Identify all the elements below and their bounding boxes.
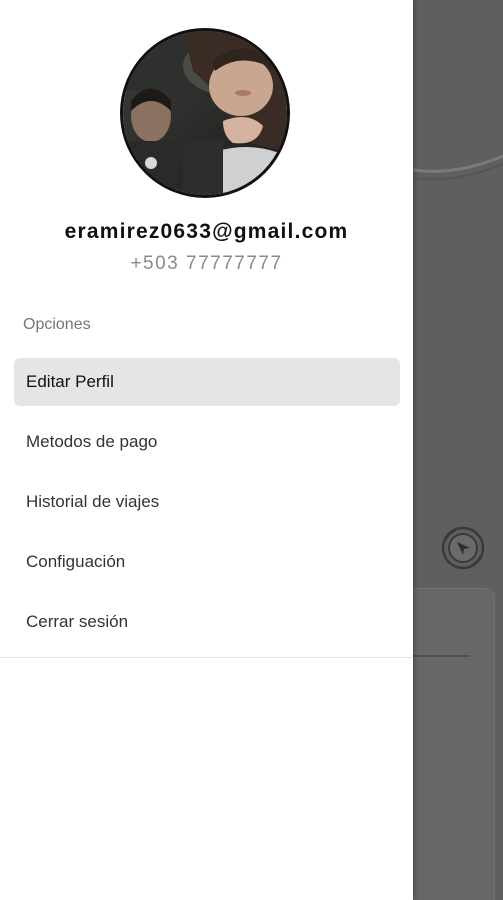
user-email: eramirez0633@gmail.com [64,220,349,243]
drawer-menu: Editar Perfil Metodos de pago Historial … [14,358,400,658]
menu-item-cerrar-sesion[interactable]: Cerrar sesión [14,598,400,646]
drawer-divider [0,657,413,658]
avatar-photo [123,31,287,195]
menu-item-editar-perfil[interactable]: Editar Perfil [14,358,400,406]
locate-button[interactable] [437,522,489,574]
avatar[interactable] [120,28,290,198]
menu-item-historial-de-viajes[interactable]: Historial de viajes [14,478,400,526]
section-title: Opciones [23,316,91,333]
navigation-drawer: eramirez0633@gmail.com +503 77777777 Opc… [0,0,413,900]
user-phone: +503 77777777 [130,253,283,274]
navigation-arrow-icon [441,526,485,570]
menu-item-metodos-de-pago[interactable]: Metodos de pago [14,418,400,466]
app-screen: eramirez0633@gmail.com +503 77777777 Opc… [0,0,503,900]
menu-item-configuracion[interactable]: Configuación [14,538,400,586]
